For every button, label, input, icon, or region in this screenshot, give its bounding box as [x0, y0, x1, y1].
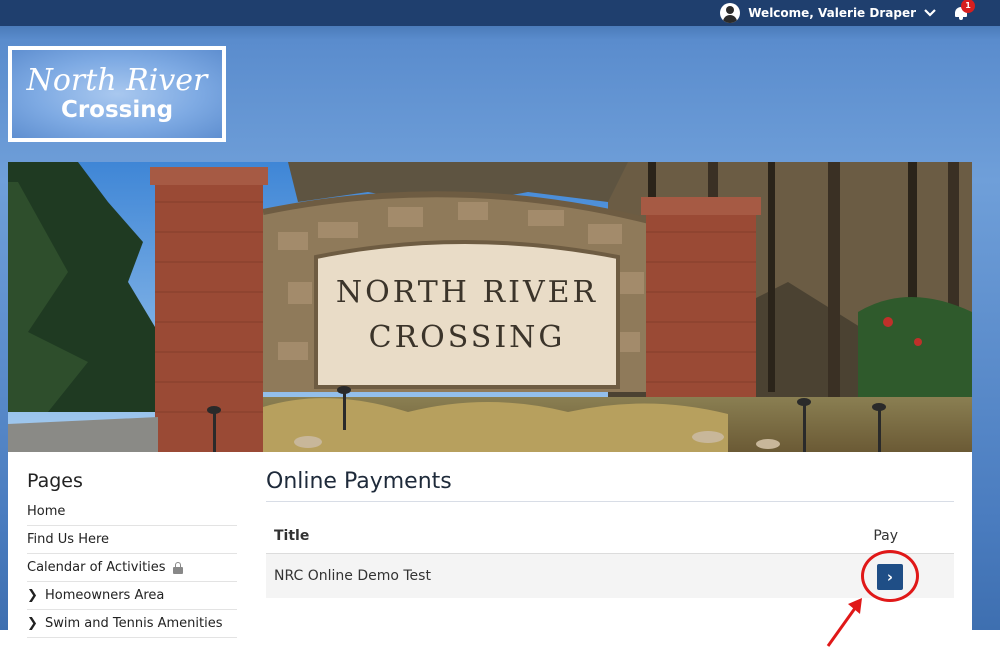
payments-table: Title Pay NRC Online Demo Test › [266, 518, 954, 602]
payment-title: NRC Online Demo Test [274, 568, 431, 584]
chevron-right-icon[interactable]: ❯ [27, 583, 45, 609]
annotation-arrow [826, 598, 862, 647]
pay-button[interactable]: › [877, 564, 903, 590]
pay-cell: › [834, 550, 954, 602]
welcome-text[interactable]: Welcome, Valerie Draper [748, 6, 916, 20]
bell-icon[interactable]: 1 [954, 0, 975, 21]
sidebar-item-homeowners-area[interactable]: ❯ Homeowners Area [27, 582, 237, 610]
page-title: Online Payments [266, 469, 954, 502]
hero-banner-image: NORTH RIVER CROSSING [8, 162, 972, 452]
notification-badge: 1 [961, 0, 975, 13]
sidebar-item-find-us-here[interactable]: Find Us Here [27, 526, 237, 554]
sidebar-nav: Home Find Us Here Calendar of Activities… [27, 498, 237, 638]
lock-icon [172, 561, 183, 574]
chevron-down-icon[interactable] [922, 6, 938, 20]
column-header-title: Title [274, 527, 310, 544]
logo-line-1: North River [26, 63, 208, 98]
sidebar-item-label: Home [27, 503, 66, 519]
sidebar-item-label: Find Us Here [27, 531, 110, 547]
logo-line-2: Crossing [60, 97, 174, 123]
sidebar-item-label: Calendar of Activities [27, 559, 166, 575]
site-logo[interactable]: North River Crossing [8, 46, 226, 142]
chevron-right-icon[interactable]: ❯ [27, 611, 45, 637]
sidebar-item-home[interactable]: Home [27, 498, 237, 526]
sidebar-item-swim-tennis[interactable]: ❯ Swim and Tennis Amenities [27, 610, 237, 638]
sidebar-item-label: Swim and Tennis Amenities [45, 615, 223, 631]
sidebar-item-label: Homeowners Area [45, 587, 165, 603]
table-row: NRC Online Demo Test › [266, 550, 954, 602]
table-header: Title Pay [266, 518, 954, 554]
chevron-right-icon: › [886, 568, 894, 586]
sidebar-item-calendar[interactable]: Calendar of Activities [27, 554, 237, 582]
sign-line-2: CROSSING [369, 320, 566, 355]
sidebar-title: Pages [27, 470, 83, 492]
user-circle-icon[interactable] [720, 3, 741, 23]
top-bar: Welcome, Valerie Draper 1 [0, 0, 1000, 26]
column-header-pay: Pay [873, 527, 898, 544]
sign-line-1: NORTH RIVER [336, 275, 598, 310]
